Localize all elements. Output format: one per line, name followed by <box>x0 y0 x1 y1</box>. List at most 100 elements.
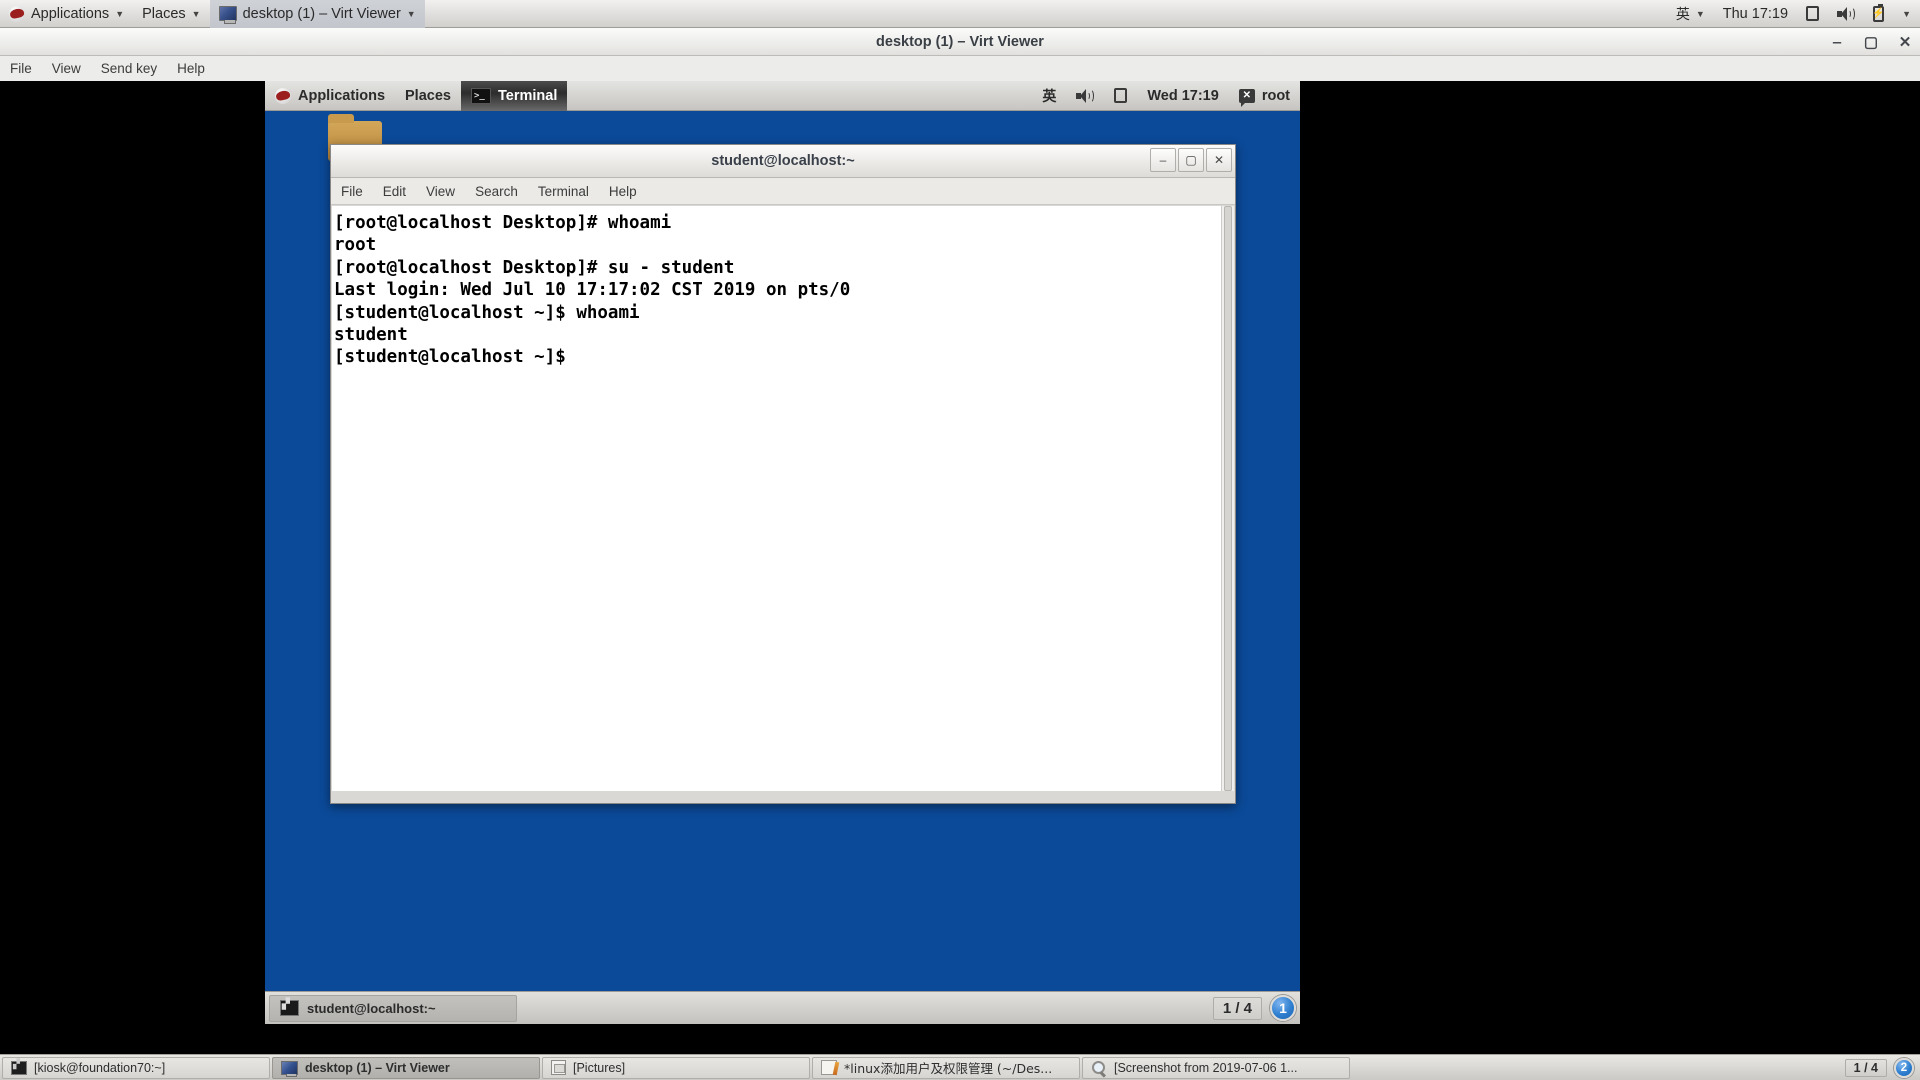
maximize-button[interactable]: ▢ <box>1178 148 1204 172</box>
host-workspace-badge[interactable]: 2 <box>1894 1057 1914 1078</box>
user-status-icon: ✕ <box>1238 88 1255 107</box>
terminal-window[interactable]: student@localhost:~ ‒ ▢ ✕ File Edit View… <box>330 144 1236 804</box>
terminal-titlebar: student@localhost:~ ‒ ▢ ✕ <box>331 145 1235 178</box>
terminal-title: student@localhost:~ <box>711 153 855 169</box>
guest-clock-label: Wed 17:19 <box>1147 87 1219 104</box>
terminal-menu-file[interactable]: File <box>331 178 373 205</box>
menu-help[interactable]: Help <box>167 56 215 81</box>
guest-task-button-label: student@localhost:~ <box>307 1000 436 1016</box>
taskbar-item-virt-viewer[interactable]: desktop (1) – Virt Viewer <box>272 1056 540 1079</box>
host-system-menu[interactable]: ▼ <box>1893 0 1920 28</box>
taskbar-item-kiosk-terminal[interactable]: [kiosk@foundation70:~] <box>2 1056 270 1079</box>
host-window-button-label: desktop (1) – Virt Viewer <box>242 5 401 22</box>
guest-bottom-panel: student@localhost:~ 1 / 4 1 <box>265 991 1300 1024</box>
volume-icon <box>1837 6 1856 21</box>
menu-file[interactable]: File <box>0 56 42 81</box>
terminal-output[interactable]: [root@localhost Desktop]# whoami root [r… <box>332 206 1221 791</box>
host-workspace-switcher[interactable]: 1 / 4 2 <box>1844 1057 1918 1078</box>
guest-volume-indicator[interactable] <box>1066 81 1104 111</box>
scrollbar-thumb[interactable] <box>1224 206 1232 791</box>
minimize-button[interactable]: ‒ <box>1150 148 1176 172</box>
virt-viewer-titlebar: desktop (1) – Virt Viewer ‒ ▢ ✕ <box>0 28 1920 56</box>
host-applications-label: Applications <box>31 5 110 22</box>
menu-view[interactable]: View <box>42 56 91 81</box>
host-clock[interactable]: Thu 17:19 <box>1714 0 1797 28</box>
guest-window-button-terminal[interactable]: >_ Terminal <box>460 80 568 111</box>
terminal-resize-grip[interactable] <box>332 791 1234 803</box>
guest-workspace-badge[interactable]: 1 <box>1270 995 1296 1021</box>
host-display-indicator[interactable] <box>1797 0 1828 28</box>
chevron-down-icon: ▼ <box>1695 9 1705 19</box>
ime-label: 英 <box>1042 88 1057 105</box>
terminal-menu-view[interactable]: View <box>416 178 465 205</box>
terminal-body[interactable]: [root@localhost Desktop]# whoami root [r… <box>332 206 1234 791</box>
taskbar-item-screenshot[interactable]: [Screenshot from 2019-07-06 1... <box>1082 1056 1350 1079</box>
host-input-method-menu[interactable]: 英 ▼ <box>1667 0 1714 28</box>
host-places-menu[interactable]: Places ▼ <box>133 0 209 28</box>
redhat-logo-icon <box>275 87 291 104</box>
terminal-menu-terminal[interactable]: Terminal <box>528 178 599 205</box>
volume-icon <box>1076 88 1095 103</box>
display-icon <box>218 6 237 24</box>
chevron-down-icon: ▼ <box>406 9 416 19</box>
text-editor-icon <box>821 1060 837 1075</box>
taskbar-item-label: [Screenshot from 2019-07-06 1... <box>1114 1060 1298 1075</box>
host-places-label: Places <box>142 5 186 22</box>
host-battery-indicator[interactable]: ⚡ <box>1864 0 1893 28</box>
terminal-icon <box>280 999 299 1016</box>
host-bottom-taskbar: [kiosk@foundation70:~] desktop (1) – Vir… <box>0 1054 1920 1080</box>
taskbar-item-label: *linux添加用户及权限管理 (~/Des... <box>844 1061 1053 1076</box>
guest-applications-menu[interactable]: Applications <box>265 81 395 111</box>
guest-workspace-switcher[interactable]: 1 / 4 1 <box>1212 995 1296 1021</box>
close-button[interactable]: ✕ <box>1896 33 1914 51</box>
minimize-button[interactable]: ‒ <box>1828 33 1846 51</box>
virt-viewer-window-controls: ‒ ▢ ✕ <box>1828 28 1914 56</box>
taskbar-item-label: [kiosk@foundation70:~] <box>34 1060 166 1075</box>
terminal-menubar: File Edit View Search Terminal Help <box>331 178 1235 205</box>
menu-send-key[interactable]: Send key <box>91 56 167 81</box>
guest-top-panel: Applications Places >_ Terminal 英 Wed 17… <box>265 80 1300 111</box>
chevron-down-icon: ▼ <box>191 9 201 19</box>
display-icon <box>1806 6 1820 21</box>
host-clock-label: Thu 17:19 <box>1722 5 1789 22</box>
taskbar-item-label: desktop (1) – Virt Viewer <box>305 1060 450 1075</box>
host-window-button-virt-viewer[interactable]: desktop (1) – Virt Viewer ▼ <box>209 0 425 28</box>
terminal-menu-edit[interactable]: Edit <box>373 178 416 205</box>
guest-workspace-count: 1 / 4 <box>1212 996 1262 1020</box>
maximize-button[interactable]: ▢ <box>1862 33 1880 51</box>
taskbar-item-text-editor[interactable]: *linux添加用户及权限管理 (~/Des... <box>812 1056 1080 1079</box>
guest-user-label: root <box>1261 87 1290 104</box>
battery-icon: ⚡ <box>1872 3 1885 22</box>
guest-places-menu[interactable]: Places <box>395 81 461 111</box>
network-disconnected-icon <box>1114 88 1128 103</box>
folder-picture-icon <box>551 1060 566 1075</box>
guest-desktop[interactable]: Applications Places >_ Terminal 英 Wed 17… <box>265 80 1300 1024</box>
guest-window-button-label: Terminal <box>497 87 558 104</box>
taskbar-item-label: [Pictures] <box>573 1060 626 1075</box>
guest-network-indicator[interactable] <box>1104 81 1137 111</box>
terminal-icon: >_ <box>470 87 491 104</box>
close-button[interactable]: ✕ <box>1206 148 1232 172</box>
host-workspace-count: 1 / 4 <box>1844 1058 1887 1077</box>
guest-applications-label: Applications <box>298 87 386 104</box>
ime-label: 英 <box>1675 6 1690 23</box>
taskbar-item-pictures[interactable]: [Pictures] <box>542 1056 810 1079</box>
chevron-down-icon: ▼ <box>115 9 125 19</box>
virt-viewer-display-canvas[interactable]: Applications Places >_ Terminal 英 Wed 17… <box>0 80 1920 1080</box>
host-volume-indicator[interactable] <box>1828 0 1864 28</box>
terminal-window-controls: ‒ ▢ ✕ <box>1150 148 1232 172</box>
display-icon <box>281 1060 298 1077</box>
redhat-logo-icon <box>9 5 25 22</box>
terminal-scrollbar[interactable] <box>1221 206 1234 791</box>
terminal-menu-search[interactable]: Search <box>465 178 528 205</box>
terminal-menu-help[interactable]: Help <box>599 178 647 205</box>
guest-user-menu[interactable]: ✕ root <box>1229 81 1300 111</box>
guest-input-method-indicator[interactable]: 英 <box>1032 81 1066 111</box>
guest-places-label: Places <box>405 87 451 104</box>
guest-task-button-terminal[interactable]: student@localhost:~ <box>269 994 517 1022</box>
host-applications-menu[interactable]: Applications ▼ <box>0 0 133 28</box>
guest-clock[interactable]: Wed 17:19 <box>1137 81 1228 111</box>
terminal-icon <box>11 1059 27 1075</box>
image-viewer-icon <box>1091 1060 1107 1075</box>
virt-viewer-menubar: File View Send key Help <box>0 56 1920 81</box>
